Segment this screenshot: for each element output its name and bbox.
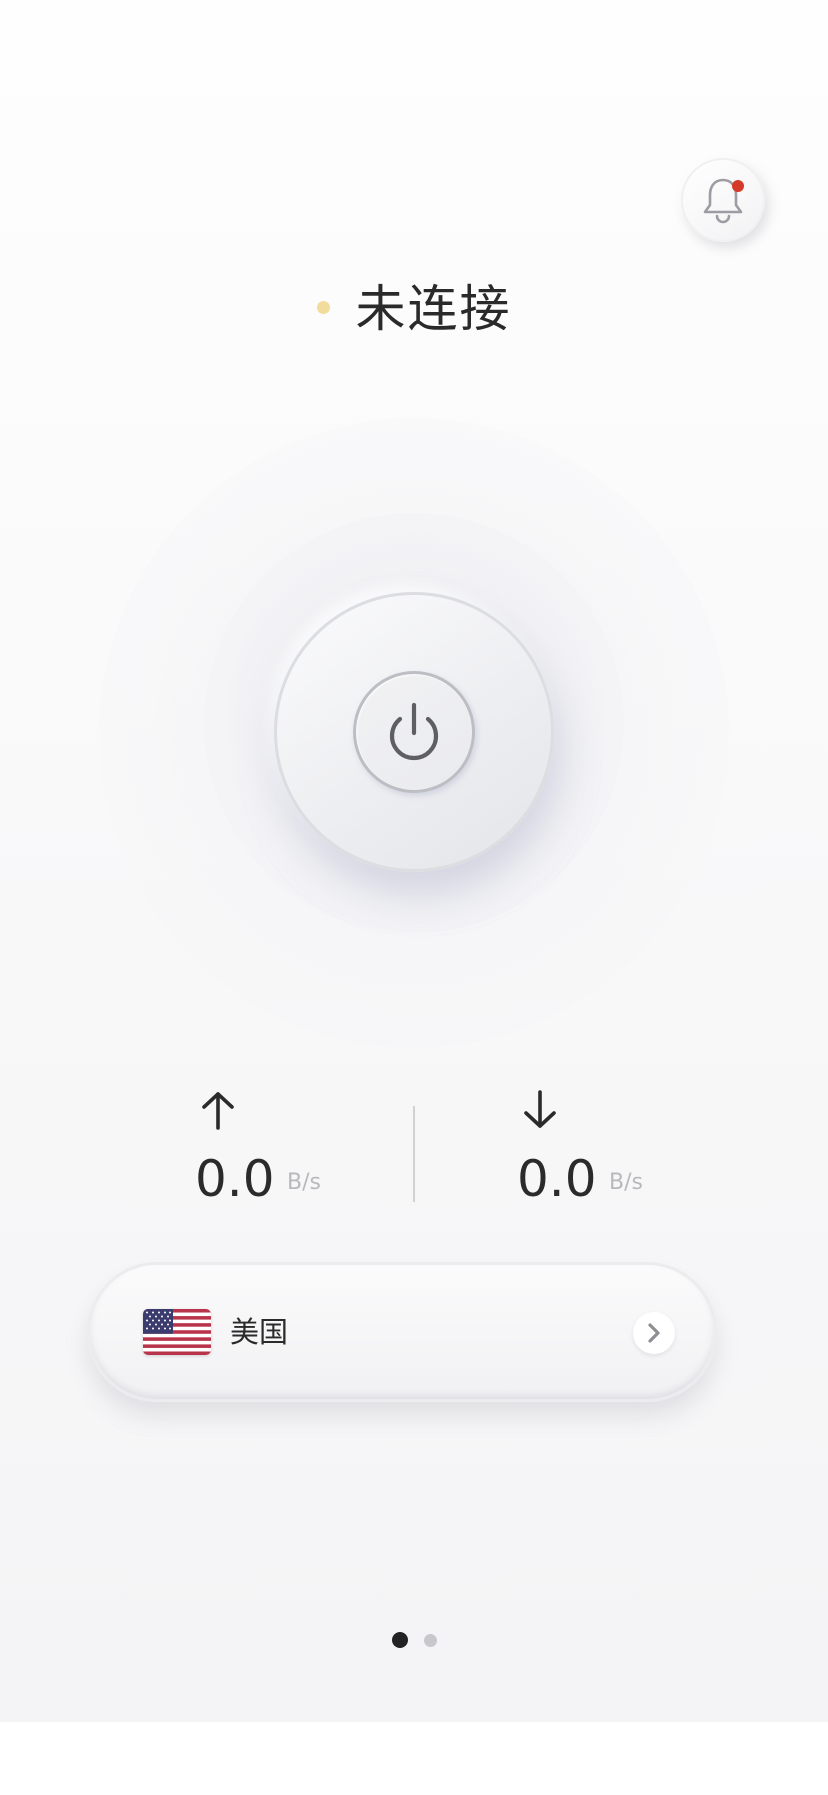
main-screen: 未连接 0.0 B/s 0.0 B/s 美国: [0, 0, 828, 1722]
download-speed: 0.0 B/s: [517, 1090, 717, 1220]
download-speed-value: 0.0: [517, 1150, 597, 1208]
us-flag-icon: [143, 1309, 211, 1355]
connection-status: 未连接: [0, 270, 828, 340]
page-dot-active[interactable]: [391, 1632, 408, 1648]
notification-button[interactable]: [681, 158, 765, 242]
status-text: 未连接: [355, 280, 512, 338]
server-chevron-button[interactable]: [633, 1312, 675, 1354]
download-speed-unit: B/s: [609, 1170, 643, 1195]
upload-speed: 0.0 B/s: [195, 1090, 395, 1220]
upload-speed-unit: B/s: [287, 1170, 321, 1195]
notification-badge: [732, 180, 744, 192]
page-dot-inactive[interactable]: [423, 1633, 437, 1647]
status-indicator-dot: [316, 300, 330, 314]
power-button[interactable]: [274, 592, 554, 872]
bottom-safe-area: [0, 1722, 828, 1795]
speed-divider: [413, 1106, 415, 1202]
server-name: 美国: [230, 1315, 289, 1349]
arrow-down-icon: [524, 1090, 556, 1128]
page-indicator: [0, 1630, 828, 1650]
server-selector[interactable]: 美国: [87, 1262, 717, 1402]
power-ring: [353, 671, 475, 793]
chevron-right-icon: [648, 1323, 660, 1343]
power-icon: [389, 702, 439, 761]
arrow-up-icon: [202, 1092, 234, 1130]
upload-speed-value: 0.0: [195, 1150, 275, 1208]
